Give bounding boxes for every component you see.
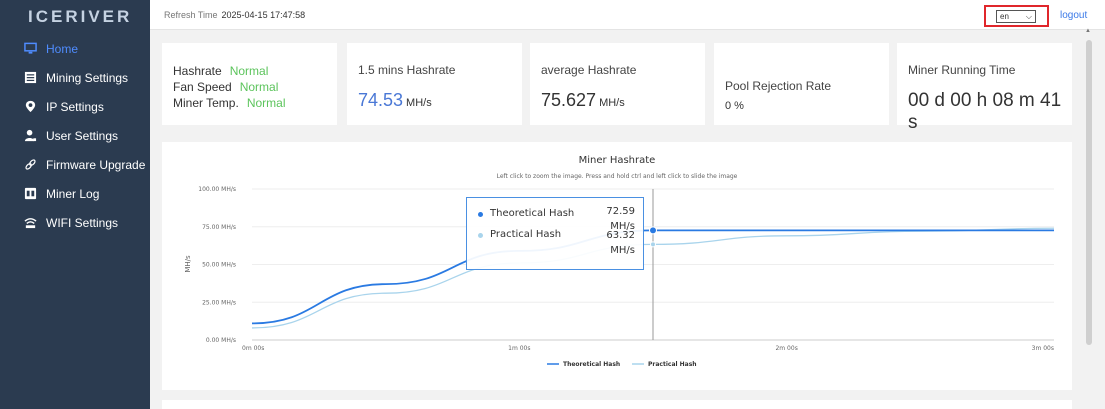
y-tick-label: 25.00 MH/s [202,299,236,306]
brand-logo: ICERIVER [28,7,133,26]
running-time-card: Miner Running Time 00 d 00 h 08 m 41 s [897,43,1072,133]
sidebar-item-label: Home [46,41,79,56]
legend-label: Practical Hash [648,361,697,368]
x-tick-label: 2m 00s [775,345,797,352]
card-label: Pool Rejection Rate [725,79,832,93]
location-icon [23,100,37,114]
x-tick-label: 0m 00s [242,345,264,352]
sidebar-item-mining-settings[interactable]: Mining Settings [0,63,150,92]
sidebar-item-user-settings[interactable]: User Settings [0,121,150,150]
card-label: 1.5 mins Hashrate [358,63,456,77]
unit: MH/s [599,97,625,109]
monitor-icon [23,42,37,56]
y-tick-label: 100.00 MH/s [198,186,236,193]
average-hashrate-value: 75.627 [541,90,597,110]
refresh-label: Refresh Time [164,10,218,20]
tooltip-series-name: Practical Hash [490,229,562,240]
card-label: average Hashrate [541,63,637,77]
top-bar: Refresh Time 2025-04-15 17:47:58 en ⌵ log… [150,0,1105,30]
sidebar-item-ip-settings[interactable]: IP Settings [0,92,150,121]
series-dot-icon [478,233,483,238]
average-hashrate-card: average Hashrate 75.627 MH/s [530,43,705,125]
tooltip-value: 72.59 [606,206,635,217]
refresh-time: Refresh Time 2025-04-15 17:47:58 [164,10,305,20]
data-point-practical [650,241,656,248]
sidebar-item-label: Firmware Upgrade [46,157,146,172]
sidebar-item-home[interactable]: Home [0,34,150,63]
tooltip-series-name: Theoretical Hash [490,208,575,219]
card-value: 74.53 MH/s [358,90,432,111]
scrollbar-thumb[interactable] [1086,40,1092,345]
language-select[interactable]: en ⌵ [996,10,1036,23]
temp-status: Miner Temp. Normal [173,96,285,110]
fan-label: Fan Speed [173,80,232,94]
list-icon [23,71,37,85]
pool-rejection-card: Pool Rejection Rate 0 % [714,43,889,125]
temp-status-value: Normal [246,96,286,110]
sidebar-item-firmware-upgrade[interactable]: Firmware Upgrade [0,150,150,179]
log-icon [23,187,37,201]
fan-status: Fan Speed Normal [173,80,278,94]
language-value: en [1000,12,1009,21]
unit: MH/s [406,97,432,109]
hashrate-label: Hashrate [173,64,222,78]
tooltip-unit: MH/s [610,245,635,256]
y-tick-label: 50.00 MH/s [202,262,236,269]
chart-tooltip: Theoretical Hash 72.59 MH/s Practical Has… [466,197,644,270]
scroll-up-icon[interactable]: ▲ [1085,28,1091,34]
temp-label: Miner Temp. [173,96,239,110]
pool-rejection-value: 0 % [725,100,744,112]
card-value: 75.627 MH/s [541,90,625,111]
chevron-down-icon: ⌵ [1025,12,1032,21]
refresh-time-value: 2025-04-15 17:47:58 [221,10,306,20]
sidebar-item-wifi-settings[interactable]: WIFI Settings [0,208,150,237]
sidebar-item-miner-log[interactable]: Miner Log [0,179,150,208]
sidebar-item-label: IP Settings [46,99,104,114]
mins-hashrate-value: 74.53 [358,90,404,110]
user-icon [23,129,37,143]
logout-link[interactable]: logout [1060,10,1087,21]
hashrate-chart-panel[interactable]: Miner Hashrate Left click to zoom the im… [162,142,1072,390]
y-tick-label: 0.00 MH/s [206,337,236,344]
data-point-theoretical [649,226,657,235]
x-tick-label: 3m 00s [1032,345,1054,352]
x-tick-label: 1m 00s [508,345,530,352]
hashrate-status: Hashrate Normal [173,64,268,78]
sidebar-item-label: Miner Log [46,186,100,201]
card-label: Miner Running Time [908,63,1016,77]
tooltip-value: 63.32 [606,230,635,241]
tooltip-series-value: 63.32 MH/s [595,228,635,258]
mins-hashrate-card: 1.5 mins Hashrate 74.53 MH/s [347,43,522,125]
running-time-value: 00 d 00 h 08 m 41 s [908,90,1062,133]
status-card: Hashrate Normal Fan Speed Normal Miner Tem… [162,43,337,125]
language-highlight: en ⌵ [984,5,1049,27]
sidebar-item-label: Mining Settings [46,70,129,85]
series-dot-icon [478,212,483,217]
hashrate-status-value: Normal [229,64,269,78]
link-icon [23,158,37,172]
sidebar-item-label: User Settings [46,128,119,143]
y-tick-label: 75.00 MH/s [202,224,236,231]
fan-status-value: Normal [239,80,279,94]
lower-panel [162,400,1072,409]
legend-label: Theoretical Hash [563,361,620,368]
sidebar-item-label: WIFI Settings [46,215,119,230]
sidebar: ICERIVER Home Mining Settings IP Setting… [0,0,150,409]
y-axis-label: MH/s [184,255,192,273]
wifi-icon [23,216,37,230]
